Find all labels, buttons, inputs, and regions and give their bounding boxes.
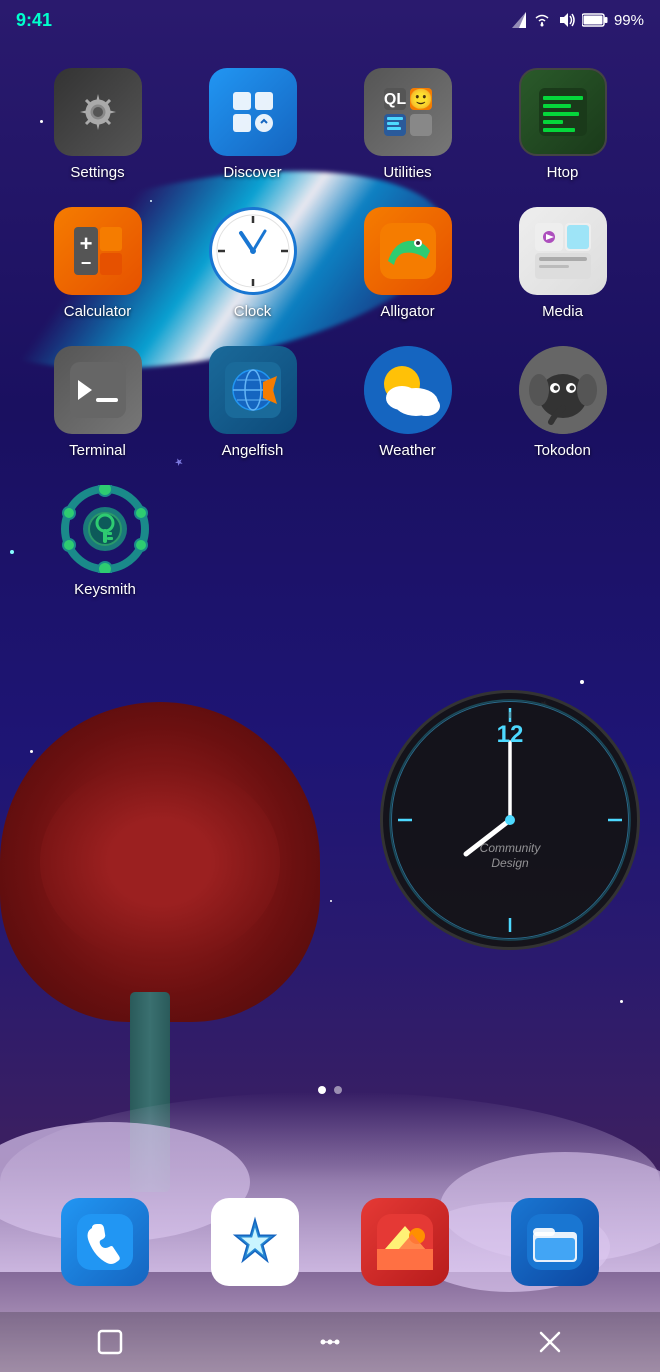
volume-icon xyxy=(558,12,576,28)
app-grid: Settings Discover QL xyxy=(0,50,660,626)
app-clock[interactable]: Clock xyxy=(188,199,318,328)
clock-12: 12 xyxy=(497,721,524,749)
app-row-1: Settings Discover QL xyxy=(20,60,640,189)
app-row-3: Terminal Angelfish xyxy=(20,338,640,467)
media-icon xyxy=(519,207,607,295)
weather-icon xyxy=(364,346,452,434)
calculator-icon: + − xyxy=(54,207,142,295)
plasma-icon xyxy=(211,1198,299,1286)
dock-plasma[interactable] xyxy=(205,1190,305,1302)
htop-label: Htop xyxy=(547,164,579,181)
settings-label: Settings xyxy=(70,164,124,181)
status-bar: 9:41 xyxy=(0,0,660,40)
page-indicators xyxy=(0,1086,660,1094)
phone-icon xyxy=(61,1198,149,1286)
dock-koko[interactable] xyxy=(355,1190,455,1302)
app-alligator[interactable]: Alligator xyxy=(343,199,473,328)
keysmith-icon xyxy=(61,485,149,573)
koko-icon xyxy=(361,1198,449,1286)
htop-icon xyxy=(519,68,607,156)
status-icons: 99% xyxy=(512,12,644,29)
app-angelfish[interactable]: Angelfish xyxy=(188,338,318,467)
utilities-label: Utilities xyxy=(383,164,431,181)
app-tokodon[interactable]: Tokodon xyxy=(498,338,628,467)
weather-label: Weather xyxy=(379,442,435,459)
battery-percent: 99% xyxy=(614,12,644,29)
app-keysmith[interactable]: Keysmith xyxy=(40,477,170,606)
angelfish-icon xyxy=(209,346,297,434)
clock-face: 12 Community Design xyxy=(380,690,640,950)
clock-brand-line2: Design xyxy=(480,856,541,872)
app-row-2: + − Calculator xyxy=(20,199,640,328)
tokodon-label: Tokodon xyxy=(534,442,591,459)
status-time: 9:41 xyxy=(16,10,52,31)
star xyxy=(620,1000,623,1003)
clock-label: Clock xyxy=(234,303,272,320)
keysmith-label: Keysmith xyxy=(74,581,136,598)
svg-text:🙂: 🙂 xyxy=(408,88,433,111)
app-settings[interactable]: Settings xyxy=(33,60,163,189)
app-media[interactable]: Media xyxy=(498,199,628,328)
nav-recent[interactable] xyxy=(308,1320,352,1364)
nav-bar xyxy=(0,1312,660,1372)
alligator-icon xyxy=(364,207,452,295)
clock-brand: Community Design xyxy=(480,841,541,872)
bottom-dock xyxy=(0,1180,660,1312)
dot-2 xyxy=(334,1086,342,1094)
files-icon xyxy=(511,1198,599,1286)
app-htop[interactable]: Htop xyxy=(498,60,628,189)
clock-brand-line1: Community xyxy=(480,841,541,857)
svg-text:−: − xyxy=(80,253,91,273)
wifi-icon xyxy=(532,12,552,28)
clock-icon xyxy=(209,207,297,295)
app-weather[interactable]: Weather xyxy=(343,338,473,467)
tokodon-icon xyxy=(519,346,607,434)
battery-icon xyxy=(582,13,608,27)
app-terminal[interactable]: Terminal xyxy=(33,338,163,467)
terminal-icon xyxy=(54,346,142,434)
app-row-4: Keysmith xyxy=(20,477,640,606)
alligator-label: Alligator xyxy=(380,303,434,320)
star xyxy=(580,680,584,684)
svg-text:QL: QL xyxy=(383,91,405,108)
signal-icon xyxy=(512,12,526,28)
terminal-label: Terminal xyxy=(69,442,126,459)
calculator-label: Calculator xyxy=(64,303,132,320)
dock-phone[interactable] xyxy=(55,1190,155,1302)
app-discover[interactable]: Discover xyxy=(188,60,318,189)
settings-icon xyxy=(54,68,142,156)
nav-home[interactable] xyxy=(88,1320,132,1364)
discover-icon xyxy=(209,68,297,156)
discover-label: Discover xyxy=(223,164,281,181)
utilities-icon: QL 🙂 xyxy=(364,68,452,156)
clock-widget: 12 Community Design xyxy=(380,690,640,950)
app-utilities[interactable]: QL 🙂 Utilities xyxy=(343,60,473,189)
media-label: Media xyxy=(542,303,583,320)
angelfish-label: Angelfish xyxy=(222,442,284,459)
nav-back[interactable] xyxy=(528,1320,572,1364)
dock-files[interactable] xyxy=(505,1190,605,1302)
dot-1 xyxy=(318,1086,326,1094)
app-calculator[interactable]: + − Calculator xyxy=(33,199,163,328)
